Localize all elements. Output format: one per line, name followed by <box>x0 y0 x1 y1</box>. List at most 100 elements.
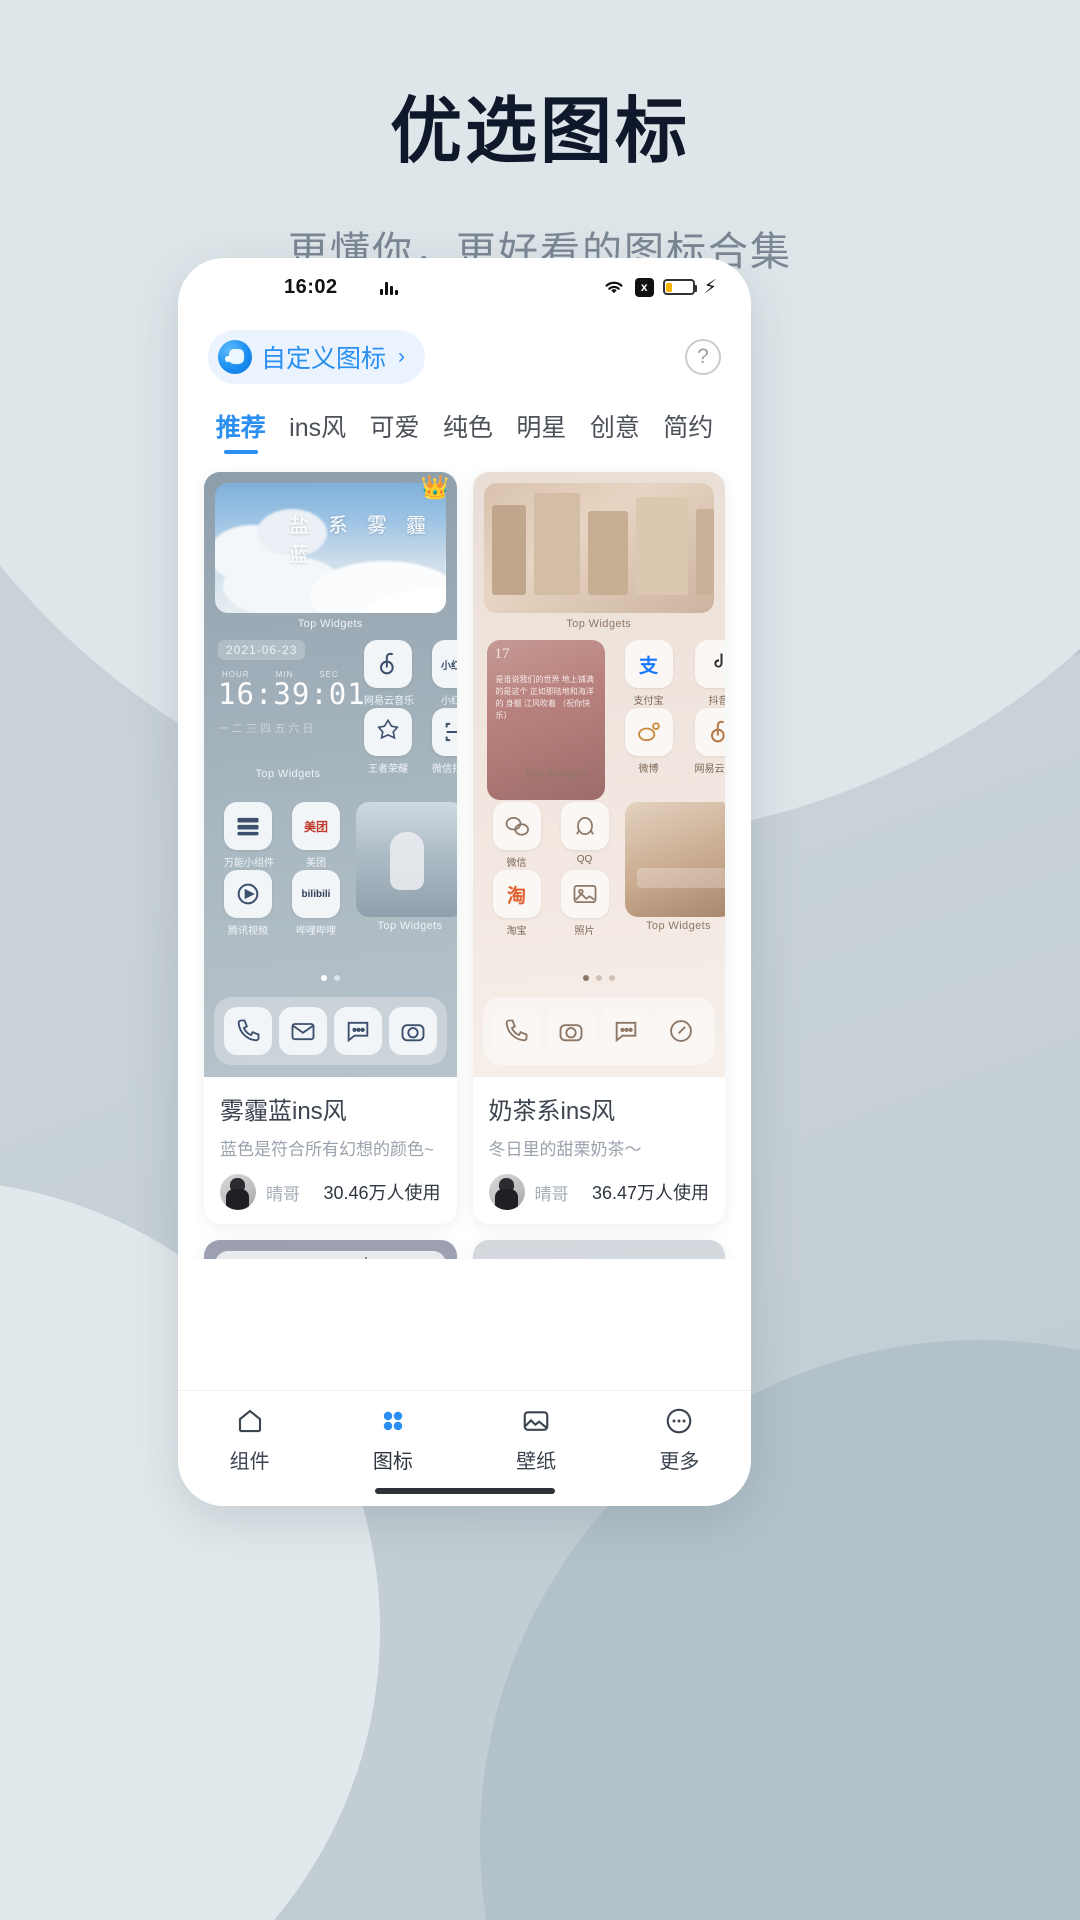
theme-feed-scroll[interactable]: 👑 盐 系 雾 霾 蓝 Top Widgets 2021-06-23 HOUR … <box>178 454 751 1259</box>
app-label: 网易云音乐 <box>694 764 726 775</box>
app-label: 淘宝 <box>506 926 527 937</box>
netease-music-icon <box>694 708 725 756</box>
theme-card-hazy-blue[interactable]: 👑 盐 系 雾 霾 蓝 Top Widgets 2021-06-23 HOUR … <box>204 472 457 1224</box>
tab-recommend[interactable]: 推荐 <box>204 402 277 454</box>
widget-label: Top Widgets <box>524 768 589 780</box>
message-icon <box>333 1007 382 1055</box>
app-icon-widgets: 万能小组件 <box>224 802 274 869</box>
tab-simple[interactable]: 简约 <box>652 402 725 454</box>
poster-number: 17 <box>494 646 510 662</box>
app-label: 美团 <box>306 858 326 869</box>
app-icon-douyin: 抖音 <box>694 640 726 707</box>
app-label: QQ <box>576 854 593 865</box>
status-right-icons: x ⚡ <box>602 277 717 297</box>
page-dots <box>204 975 457 981</box>
app-icon-photos: 照片 <box>560 870 609 937</box>
cloud-widget: 盐 系 雾 霾 蓝 <box>215 483 446 613</box>
tab-solid[interactable]: 纯色 <box>431 402 504 454</box>
theme-card-cat-window[interactable]: Top Widgets 微信 QQ WED 27 <box>204 1240 457 1259</box>
status-time: 16:02 <box>284 275 338 298</box>
app-label: 微博 <box>638 764 659 775</box>
photos-icon <box>560 870 609 918</box>
app-icon-bilibili: bilibili 哔哩哔哩 <box>292 870 340 937</box>
app-label: 网易云音乐 <box>364 696 414 707</box>
tab-star[interactable]: 明星 <box>505 402 578 454</box>
app-icon-qq: QQ <box>560 802 609 865</box>
tencent-video-icon <box>224 870 272 918</box>
avatar <box>220 1174 256 1210</box>
meituan-icon: 美团 <box>292 802 340 850</box>
theme-card-milk-tea[interactable]: Top Widgets 17 是谁说我们的世界 地上铺满的是这个 正如那陆地和海… <box>472 472 726 1224</box>
widgets-icon <box>224 802 272 850</box>
theme-grid: 👑 盐 系 雾 霾 蓝 Top Widgets 2021-06-23 HOUR … <box>178 454 751 1259</box>
nav-label: 更多 <box>659 1451 700 1473</box>
nav-item-wallpaper[interactable]: 壁纸 <box>465 1405 608 1474</box>
signal-bars-icon <box>379 280 398 295</box>
battery-icon <box>662 279 697 295</box>
no-sim-icon: x <box>634 277 654 297</box>
category-tabs: 推荐 ins风 可爱 纯色 明星 创意 简约 <box>178 392 751 454</box>
home-indicator <box>374 1488 555 1494</box>
custom-icon-label: 自定义图标 <box>261 345 387 373</box>
theme-card-big-clock[interactable]: 2021-08-06 11 32 星期五 六月 廿八 Top Widgets 2… <box>472 1240 725 1259</box>
help-icon[interactable]: ? <box>685 339 721 375</box>
camera-icon <box>388 1007 437 1055</box>
nav-item-more[interactable]: 更多 <box>608 1405 751 1474</box>
tab-cute[interactable]: 可爱 <box>358 402 431 454</box>
clock-weekdays: 一 二 三 四 五 六 日 <box>218 723 314 735</box>
cloud-widget-text: 盐 系 雾 霾 蓝 <box>289 515 433 566</box>
app-icon-netease: 网易云音乐 <box>364 640 414 707</box>
app-icon-wechat: 微信 <box>492 802 541 869</box>
page-title: 优选图标 <box>389 92 690 172</box>
dock <box>482 997 715 1065</box>
custom-icon-button[interactable]: 自定义图标 › <box>208 330 426 384</box>
card-description: 蓝色是符合所有幻想的颜色~ <box>220 1140 434 1159</box>
compass-icon <box>657 1007 706 1055</box>
poster-text: 是谁说我们的世界 地上铺满的是这个 正如那陆地和海洋的 身躯 江风吹着 （祝你快… <box>495 675 594 720</box>
mail-icon <box>278 1007 327 1055</box>
author-name: 晴哥 <box>534 1184 569 1204</box>
nav-item-icons[interactable]: 图标 <box>321 1405 464 1474</box>
widget-label: Top Widgets <box>566 618 632 630</box>
camera-icon <box>547 1007 596 1055</box>
tab-creative[interactable]: 创意 <box>578 402 651 454</box>
app-icon-wechat-scan: 微信扫一扫 <box>432 708 457 775</box>
cat-photo-widget <box>215 1251 446 1259</box>
widget-label: Top Widgets <box>377 920 443 932</box>
avatar <box>488 1174 525 1210</box>
widget-label: Top Widgets <box>255 768 321 780</box>
app-label: 抖音 <box>708 696 726 707</box>
app-icon-taobao: 淘 淘宝 <box>492 870 541 937</box>
wifi-icon <box>605 281 623 294</box>
tab-ins[interactable]: ins风 <box>277 402 357 454</box>
usage-count: 36.47万人使用 <box>591 1183 709 1203</box>
photo-widget <box>483 483 714 613</box>
weibo-icon <box>624 708 673 756</box>
card-body: 雾霾蓝ins风 蓝色是符合所有幻想的颜色~ 晴哥 30.46万人使用 <box>204 1077 457 1224</box>
phone-mockup: 16:02 x ⚡ 自定义图标 › ? 推荐 ins风 可爱 纯色 明星 创意 … <box>178 258 751 1506</box>
nav-label: 壁纸 <box>516 1451 557 1473</box>
more-dots-icon <box>663 1405 695 1437</box>
theme-preview: Top Widgets 17 是谁说我们的世界 地上铺满的是这个 正如那陆地和海… <box>472 472 726 1077</box>
qq-icon <box>560 802 609 850</box>
clock-time: 16:39:01 <box>218 677 366 711</box>
app-icon-weibo: 微博 <box>624 708 673 775</box>
clock-date: 2021-06-23 <box>218 640 306 660</box>
page-dots <box>473 975 726 981</box>
card-title: 奶茶系ins风 <box>488 1098 616 1125</box>
app-label: 照片 <box>574 926 595 937</box>
phone-icon <box>492 1007 541 1055</box>
message-icon <box>602 1007 651 1055</box>
app-header: 自定义图标 › ? <box>178 316 751 392</box>
home-widget-icon <box>234 1405 266 1437</box>
crown-icon: 👑 <box>420 474 450 500</box>
app-label: 万能小组件 <box>224 858 274 869</box>
xiaohongshu-icon: 小红书 <box>432 640 457 688</box>
honor-of-kings-icon <box>364 708 412 756</box>
card-description: 冬日里的甜栗奶茶～ <box>488 1140 642 1159</box>
app-icon-netease: 网易云音乐 <box>694 708 726 775</box>
nav-label: 图标 <box>372 1451 413 1473</box>
app-icon-tencentvideo: 腾讯视频 <box>224 870 272 937</box>
photo-widget <box>356 802 457 917</box>
nav-item-widgets[interactable]: 组件 <box>178 1405 321 1474</box>
